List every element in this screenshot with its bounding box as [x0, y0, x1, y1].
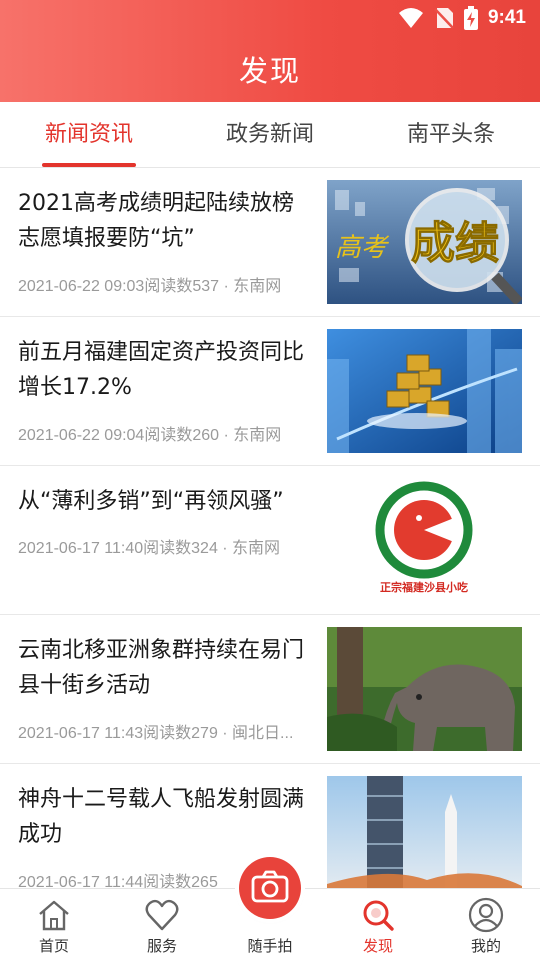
- page-title: 发现: [238, 54, 301, 88]
- nav-home-label: 首页: [38, 937, 69, 955]
- heart-icon: [145, 899, 179, 931]
- status-time: 9:41: [487, 7, 526, 28]
- news-meta: 2021-06-22 09:04阅读数260 · 东南网: [18, 427, 282, 444]
- camera-icon: [251, 870, 289, 903]
- news-item[interactable]: 从“薄利多销”到“再领风骚” 2021-06-17 11:40阅读数324 · …: [0, 466, 540, 615]
- news-item[interactable]: 前五月福建固定资产投资同比增长17.2% 2021-06-22 09:04阅读数…: [0, 317, 540, 466]
- nav-mine[interactable]: 我的: [432, 889, 540, 960]
- news-title: 前五月福建固定资产投资同比增长17.2%: [18, 340, 305, 400]
- news-title: 神舟十二号载人飞船发射圆满成功: [18, 787, 305, 847]
- thumb-text-right: 成绩: [411, 218, 499, 269]
- news-thumbnail: [327, 329, 522, 453]
- home-icon: [39, 900, 69, 931]
- news-list: 2021高考成绩明起陆续放榜 志愿填报要防“坑” 2021-06-22 09:0…: [0, 168, 540, 913]
- thumb-caption: 正宗福建沙县小吃: [380, 580, 468, 594]
- tab-government-news[interactable]: 政务新闻: [202, 102, 338, 168]
- news-title: 从“薄利多销”到“再领风骚”: [18, 489, 284, 514]
- thumb-text-left: 高考: [335, 233, 390, 263]
- app-header: 9:41 发现: [0, 0, 540, 102]
- news-meta: 2021-06-22 09:03阅读数537 · 东南网: [18, 278, 282, 295]
- user-icon: [468, 897, 504, 933]
- wifi-icon: [398, 8, 423, 28]
- camera-button[interactable]: [239, 857, 301, 919]
- nav-discover[interactable]: 发现: [324, 889, 432, 960]
- active-tab-indicator: [42, 163, 136, 167]
- tab-nanping-headlines[interactable]: 南平头条: [384, 102, 518, 168]
- tab-news[interactable]: 新闻资讯: [22, 102, 156, 168]
- no-sim-icon: [434, 8, 454, 29]
- news-meta: 2021-06-17 11:40阅读数324 · 东南网: [18, 540, 281, 557]
- news-thumbnail: 高考 成绩: [327, 180, 522, 304]
- nav-mine-label: 我的: [470, 937, 501, 955]
- news-item[interactable]: 2021高考成绩明起陆续放榜 志愿填报要防“坑” 2021-06-22 09:0…: [0, 168, 540, 317]
- discover-icon: [363, 900, 394, 931]
- nav-snapshot-label: 随手拍: [247, 937, 293, 955]
- news-thumbnail: [327, 776, 522, 900]
- news-item[interactable]: 云南北移亚洲象群持续在易门县十街乡活动 2021-06-17 11:43阅读数2…: [0, 615, 540, 764]
- news-title: 云南北移亚洲象群持续在易门县十街乡活动: [18, 638, 305, 698]
- battery-charging-icon: [463, 6, 478, 30]
- nav-service[interactable]: 服务: [108, 889, 216, 960]
- nav-home[interactable]: 首页: [0, 889, 108, 960]
- nav-service-label: 服务: [146, 937, 177, 955]
- tab-bar: 新闻资讯 政务新闻 南平头条: [0, 102, 540, 168]
- news-title: 2021高考成绩明起陆续放榜 志愿填报要防“坑”: [18, 191, 294, 251]
- nav-discover-label: 发现: [362, 937, 393, 955]
- news-meta: 2021-06-17 11:43阅读数279 · 闽北日...: [18, 725, 294, 742]
- news-thumbnail: [327, 627, 522, 751]
- status-bar: 9:41: [0, 0, 540, 36]
- news-thumbnail: 正宗福建沙县小吃: [327, 478, 522, 602]
